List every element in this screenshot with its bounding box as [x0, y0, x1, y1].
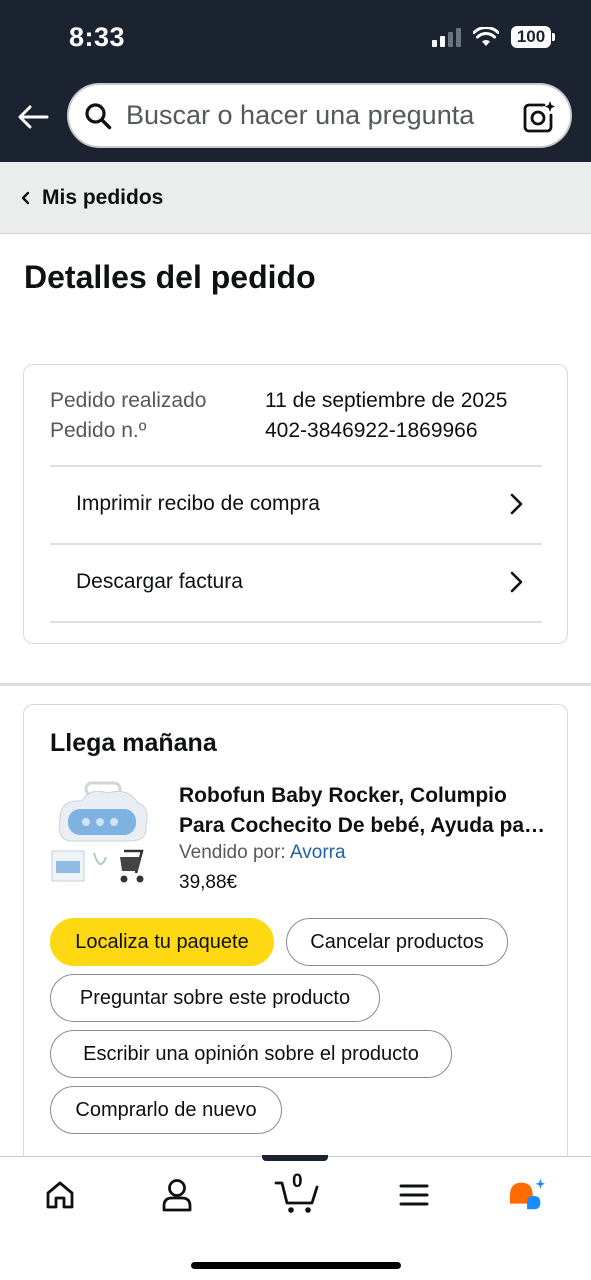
order-date-label: Pedido realizado [50, 389, 207, 412]
product-price: 39,88€ [179, 872, 238, 893]
search-icon [83, 101, 113, 131]
back-arrow-icon[interactable] [16, 100, 50, 134]
shipment-card: Llega mañana Robofun Baby Rocker, Colump… [23, 704, 568, 1174]
status-time: 8:33 [69, 22, 126, 52]
order-number-label: Pedido n.º [50, 419, 147, 442]
home-indicator [191, 1262, 401, 1269]
print-receipt-link[interactable]: Imprimir recibo de compra [50, 465, 542, 543]
profile-icon[interactable] [157, 1175, 197, 1215]
active-tab-indicator [262, 1155, 328, 1161]
download-invoice-label: Descargar factura [76, 570, 243, 593]
status-icons: 100 [432, 26, 555, 48]
track-package-button[interactable]: Localiza tu paquete [50, 918, 274, 966]
bottom-navigation: 0 [0, 1155, 591, 1280]
seller-info: Vendido por: Avorra [179, 842, 346, 864]
product-title-line-1: Robofun Baby Rocker, Columpio [179, 784, 507, 807]
chevron-right-icon [510, 493, 523, 515]
wifi-icon [473, 27, 499, 46]
ask-product-question-button[interactable]: Preguntar sobre este producto [50, 974, 380, 1022]
page-title: Detalles del pedido [24, 259, 316, 295]
order-info-card: Pedido realizado 11 de septiembre de 202… [23, 364, 568, 644]
breadcrumb[interactable]: Mis pedidos [0, 162, 591, 234]
chevron-right-icon [510, 571, 523, 593]
product-title-line-2: Para Cochecito De bebé, Ayuda para dormi… [179, 814, 549, 837]
search-input[interactable]: Buscar o hacer una pregunta [126, 100, 474, 131]
battery-icon: 100 [511, 26, 555, 48]
chevron-left-icon [20, 190, 32, 206]
download-invoice-link[interactable]: Descargar factura [50, 543, 542, 621]
order-number-value: 402-3846922-1869966 [265, 419, 478, 442]
breadcrumb-label: Mis pedidos [42, 185, 164, 209]
home-icon[interactable] [40, 1175, 80, 1215]
product-title[interactable]: Robofun Baby Rocker, Columpio Para Coche… [179, 781, 549, 841]
order-date-value: 11 de septiembre de 2025 [265, 389, 508, 412]
rufus-icon[interactable] [508, 1175, 548, 1215]
app-header: 8:33 100 Buscar o hacer una pregunta [0, 0, 591, 162]
product-image[interactable] [50, 781, 152, 887]
cancel-items-button[interactable]: Cancelar productos [286, 918, 508, 966]
menu-icon[interactable] [394, 1175, 434, 1215]
seller-label: Vendido por: [179, 842, 286, 863]
print-receipt-label: Imprimir recibo de compra [76, 492, 320, 515]
cellular-signal-icon [432, 27, 461, 47]
section-divider [0, 683, 591, 686]
camera-lens-icon[interactable] [522, 100, 556, 134]
cart-count: 0 [292, 1171, 303, 1192]
search-bar[interactable]: Buscar o hacer una pregunta [67, 83, 572, 148]
seller-link[interactable]: Avorra [290, 842, 346, 863]
divider [50, 621, 542, 623]
write-review-button[interactable]: Escribir una opinión sobre el producto [50, 1030, 452, 1078]
buy-again-button[interactable]: Comprarlo de nuevo [50, 1086, 282, 1134]
delivery-status: Llega mañana [50, 729, 217, 757]
